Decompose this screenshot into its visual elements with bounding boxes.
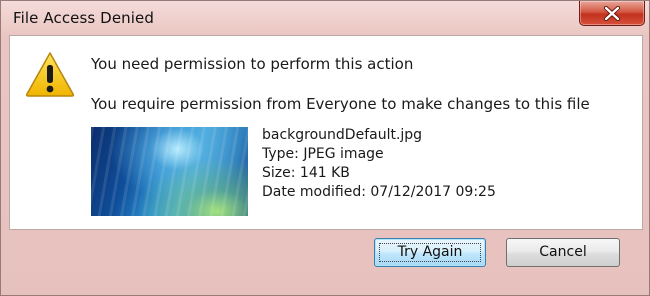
file-date-modified: Date modified: 07/12/2017 09:25	[262, 184, 496, 200]
try-again-button[interactable]: Try Again	[374, 238, 486, 267]
file-type: Type: JPEG image	[262, 146, 384, 162]
dialog-title: File Access Denied	[13, 9, 154, 27]
file-info: backgroundDefault.jpg Type: JPEG image S…	[262, 126, 496, 202]
warning-icon	[25, 52, 75, 97]
dialog-message: You require permission from Everyone to …	[91, 95, 590, 113]
title-bar[interactable]: File Access Denied	[1, 1, 650, 35]
dialog-window: File Access Denied You need permission t…	[0, 0, 650, 296]
cancel-button[interactable]: Cancel	[506, 238, 620, 267]
file-size: Size: 141 KB	[262, 165, 350, 181]
dialog-heading: You need permission to perform this acti…	[91, 55, 414, 73]
try-again-label: Try Again	[397, 244, 463, 260]
dialog-content: You need permission to perform this acti…	[9, 35, 643, 230]
close-button[interactable]	[579, 1, 645, 26]
file-thumbnail	[91, 127, 248, 216]
file-name: backgroundDefault.jpg	[262, 127, 423, 143]
close-icon	[603, 6, 621, 21]
